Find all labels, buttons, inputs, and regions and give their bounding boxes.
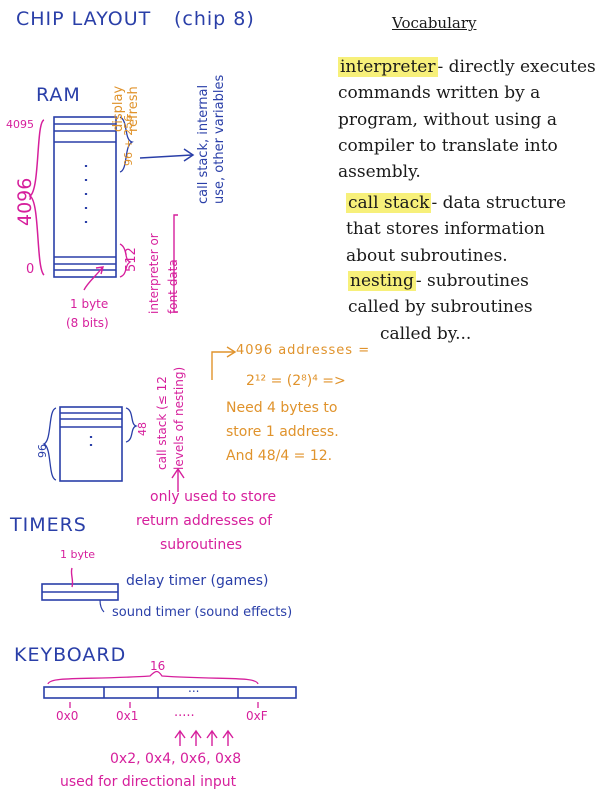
vocab-nesting: nesting - subroutines called by subroutin… xyxy=(348,268,533,347)
ram-lower-range: 512 xyxy=(124,247,139,272)
directional-arrows xyxy=(174,729,234,746)
stack-explain-2: 2¹² = (2⁸)⁴ => xyxy=(246,373,346,389)
page-title: CHIP LAYOUT xyxy=(16,8,152,30)
callstack-def-1: - data structure xyxy=(431,193,567,213)
timers-heading: TIMERS xyxy=(10,514,87,536)
byte-label: 1 byte xyxy=(70,297,109,311)
ram-addr-bottom: 0 xyxy=(26,262,35,277)
keyboard-dots: ... xyxy=(188,681,200,695)
stack-note-1: only used to store xyxy=(150,489,277,505)
ram-block xyxy=(53,116,117,278)
keyboard-heading: KEYBOARD xyxy=(14,644,127,666)
stack-explain-3: Need 4 bytes to xyxy=(226,400,338,416)
key-dots: ..... xyxy=(174,705,195,720)
nesting-def-2: called by subroutines xyxy=(348,297,533,318)
keyboard-block xyxy=(43,686,297,699)
stack-explain-arrow xyxy=(211,346,237,380)
stack-explain-4: store 1 address. xyxy=(226,424,339,440)
key-0x1: 0x1 xyxy=(116,709,139,723)
vocab-heading: Vocabulary xyxy=(392,14,477,32)
stack-explain-5: And 48/4 = 12. xyxy=(226,448,333,464)
nesting-def-3: called by... xyxy=(380,323,472,344)
callstack-def-3: about subroutines. xyxy=(346,245,508,266)
sound-timer-label: sound timer (sound effects) xyxy=(112,605,293,620)
ram-heading: RAM xyxy=(36,84,81,106)
key-0xF: 0xF xyxy=(246,709,268,723)
ram-size-label: 4096 xyxy=(14,177,36,226)
vocab-interpreter: interpreter - directly executes commands … xyxy=(338,54,596,186)
interpreter-def-3: program, without using a xyxy=(338,109,557,130)
delay-timer-label: delay timer (games) xyxy=(126,573,269,589)
timer-block xyxy=(41,583,119,601)
interpreter-def-5: assembly. xyxy=(338,162,421,183)
callstack-def-2: that stores information xyxy=(346,219,546,240)
interpreter-font-label: interpreter or font data xyxy=(147,233,181,314)
keyboard-count: 16 xyxy=(150,659,166,673)
interpreter-term: interpreter xyxy=(338,57,438,77)
interpreter-def-2: commands written by a xyxy=(338,83,541,104)
bits-label: (8 bits) xyxy=(66,316,109,330)
internal-arrow xyxy=(139,148,195,162)
nesting-term: nesting xyxy=(348,271,416,291)
stack-height-label: 96 xyxy=(36,444,49,458)
ram-addr-top: 4095 xyxy=(6,118,34,131)
callstack-term: call stack xyxy=(346,193,432,213)
directional-note: used for directional input xyxy=(60,774,237,790)
stack-right-brace xyxy=(125,407,139,443)
internal-use-label: call stack, internal use, other variable… xyxy=(196,74,228,204)
nesting-def-1: - subroutines xyxy=(415,271,529,291)
page-subtitle: (chip 8) xyxy=(174,8,255,30)
display-refresh-label: display refresh xyxy=(111,85,141,132)
interpreter-def-1: - directly executes xyxy=(437,57,596,77)
stack-block xyxy=(59,406,123,482)
stack-note-3: subroutines xyxy=(160,537,243,553)
keyboard-count-brace xyxy=(47,670,259,685)
key-0x0: 0x0 xyxy=(56,709,79,723)
timer-byte-label: 1 byte xyxy=(60,548,96,561)
stack-note-2: return addresses of xyxy=(136,513,273,529)
vocab-callstack: call stack - data structure that stores i… xyxy=(346,190,566,269)
call-stack-label: call stack (≤ 12 levels of nesting) xyxy=(155,366,187,470)
interpreter-def-4: compiler to translate into xyxy=(338,136,558,157)
key-tick-marks xyxy=(69,702,259,708)
sound-timer-pointer xyxy=(99,599,105,613)
directional-keys: 0x2, 0x4, 0x6, 0x8 xyxy=(110,751,242,767)
stack-range-label: 48 xyxy=(136,422,149,436)
